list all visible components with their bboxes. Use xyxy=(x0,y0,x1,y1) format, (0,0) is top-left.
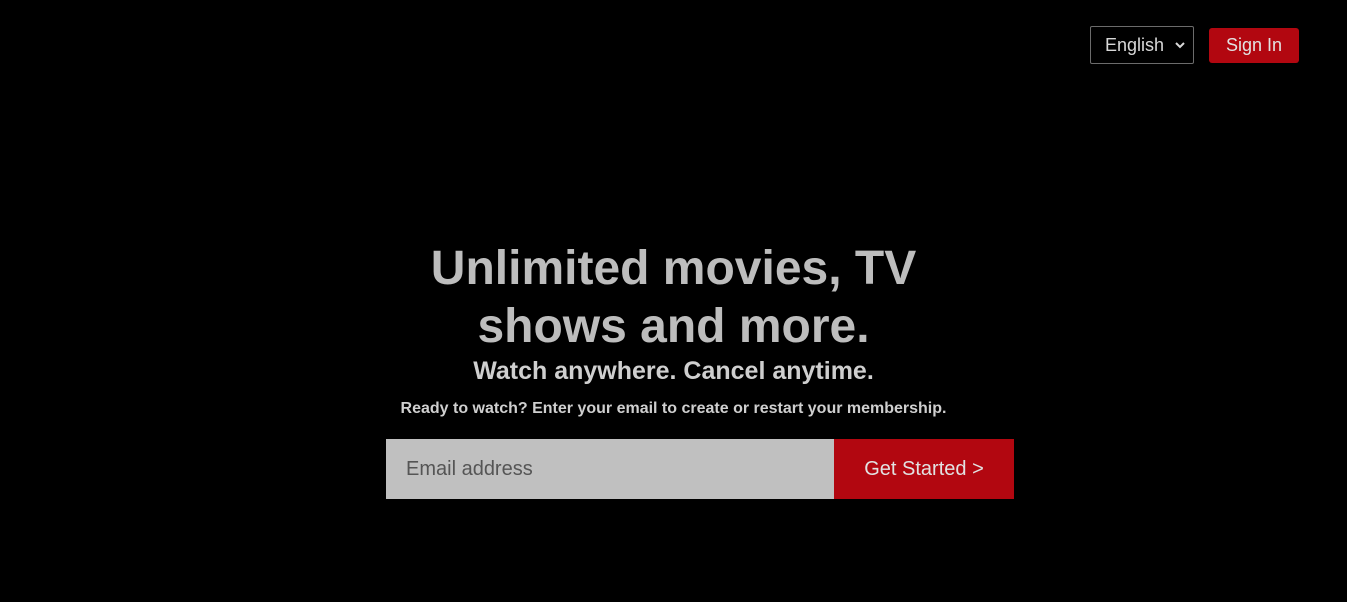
hero-cta-text: Ready to watch? Enter your email to crea… xyxy=(400,400,947,417)
sign-in-button[interactable]: Sign In xyxy=(1209,28,1299,63)
hero-section: Unlimited movies, TV shows and more. Wat… xyxy=(0,240,1347,417)
chevron-down-icon xyxy=(1173,36,1187,54)
landing-page: English Sign In Unlimited movies, TV sho… xyxy=(0,0,1347,602)
hero-subtitle: Watch anywhere. Cancel anytime. xyxy=(473,357,874,385)
email-input[interactable] xyxy=(386,439,834,499)
hero-title: Unlimited movies, TV shows and more. xyxy=(430,242,917,353)
get-started-button[interactable]: Get Started > xyxy=(834,439,1014,499)
language-select[interactable]: English xyxy=(1090,26,1194,64)
language-selected-label: English xyxy=(1105,34,1165,55)
email-signup-form: Get Started > xyxy=(386,439,1014,499)
